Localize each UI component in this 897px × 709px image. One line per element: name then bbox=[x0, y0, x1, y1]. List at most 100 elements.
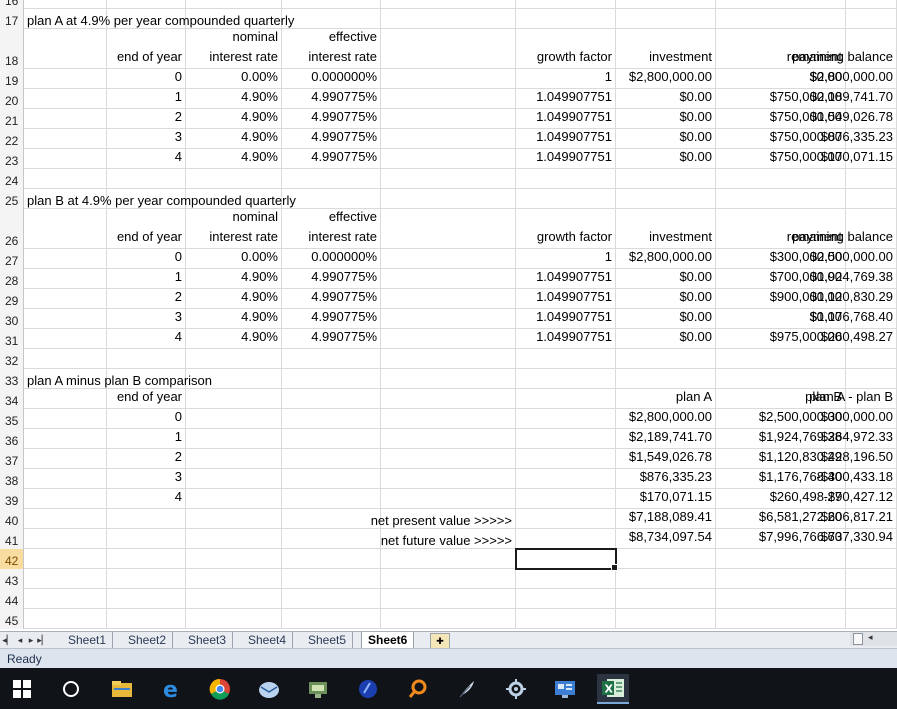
cell[interactable]: $1,120,830.29 bbox=[810, 289, 897, 309]
cell[interactable]: 1.049907751 bbox=[516, 149, 616, 169]
cell[interactable] bbox=[107, 589, 186, 609]
cell[interactable] bbox=[24, 149, 107, 169]
cell[interactable] bbox=[516, 609, 616, 629]
cell[interactable] bbox=[381, 429, 516, 449]
cell[interactable] bbox=[282, 349, 381, 369]
cell[interactable]: 2 bbox=[107, 449, 186, 469]
cell[interactable] bbox=[107, 529, 186, 549]
cell[interactable]: 4.990775% bbox=[282, 89, 381, 109]
search-circle-icon[interactable] bbox=[55, 674, 87, 704]
cell[interactable] bbox=[282, 569, 381, 589]
cell[interactable]: $0.00 bbox=[616, 269, 716, 289]
cell[interactable] bbox=[282, 609, 381, 629]
cell[interactable]: $1,549,026.78 bbox=[810, 109, 897, 129]
cell[interactable] bbox=[24, 129, 107, 149]
cell[interactable] bbox=[381, 9, 516, 29]
gear-tools-icon[interactable] bbox=[500, 674, 532, 704]
cell[interactable] bbox=[516, 349, 616, 369]
cell[interactable]: $8,734,097.54 bbox=[616, 529, 716, 549]
cell[interactable]: 1 bbox=[107, 429, 186, 449]
cell[interactable] bbox=[381, 69, 516, 89]
cell[interactable] bbox=[186, 489, 282, 509]
cell[interactable]: 1 bbox=[107, 269, 186, 289]
cell[interactable] bbox=[24, 609, 107, 629]
tab-sheet[interactable]: Sheet2 bbox=[122, 632, 174, 648]
cell[interactable]: 1.049907751 bbox=[516, 309, 616, 329]
row-header[interactable]: 39 bbox=[0, 489, 24, 509]
cell[interactable]: -$90,427.12 bbox=[824, 489, 897, 509]
cell[interactable] bbox=[381, 609, 516, 629]
cell[interactable] bbox=[381, 289, 516, 309]
cell[interactable]: 1.049907751 bbox=[516, 329, 616, 349]
cell[interactable]: $1,176,768.40 bbox=[810, 309, 897, 329]
cell[interactable] bbox=[24, 109, 107, 129]
cell[interactable]: 4.90% bbox=[186, 149, 282, 169]
cell[interactable]: 4.990775% bbox=[282, 289, 381, 309]
scroll-thumb[interactable] bbox=[853, 633, 863, 645]
cell[interactable]: $2,500,000.00 bbox=[810, 249, 897, 269]
cell[interactable]: 4.990775% bbox=[282, 329, 381, 349]
cell[interactable]: $0.00 bbox=[616, 129, 716, 149]
cell[interactable]: remaining balance bbox=[787, 29, 897, 69]
cell[interactable]: $7,188,089.41 bbox=[616, 509, 716, 529]
cell[interactable] bbox=[616, 9, 716, 29]
row-header[interactable]: 20 bbox=[0, 89, 24, 109]
cell[interactable] bbox=[24, 489, 107, 509]
cell[interactable] bbox=[381, 489, 516, 509]
cell[interactable] bbox=[282, 389, 381, 409]
cell[interactable]: -$300,433.18 bbox=[816, 469, 897, 489]
cell[interactable] bbox=[282, 409, 381, 429]
cell[interactable] bbox=[186, 569, 282, 589]
cell[interactable] bbox=[716, 609, 846, 629]
tab-sheet[interactable]: Sheet3 bbox=[182, 632, 234, 648]
cell[interactable] bbox=[24, 89, 107, 109]
cell[interactable]: 4.90% bbox=[186, 329, 282, 349]
cell[interactable] bbox=[186, 429, 282, 449]
cell[interactable] bbox=[24, 389, 107, 409]
file-explorer-icon[interactable] bbox=[106, 674, 138, 704]
cell[interactable]: 1.049907751 bbox=[516, 129, 616, 149]
cell[interactable] bbox=[616, 0, 716, 9]
cell[interactable] bbox=[186, 349, 282, 369]
row-header[interactable]: 27 bbox=[0, 249, 24, 269]
cell[interactable]: 4.90% bbox=[186, 269, 282, 289]
cell[interactable] bbox=[716, 549, 846, 569]
cell[interactable]: $428,196.50 bbox=[821, 449, 897, 469]
row-header[interactable]: 25 bbox=[0, 189, 24, 209]
row-header[interactable]: 37 bbox=[0, 449, 24, 469]
cell[interactable] bbox=[616, 169, 716, 189]
cell[interactable]: growth factor bbox=[516, 29, 616, 69]
mail-icon[interactable] bbox=[253, 674, 285, 704]
row-header[interactable]: 34 bbox=[0, 389, 24, 409]
cell[interactable]: 4.990775% bbox=[282, 109, 381, 129]
cell[interactable] bbox=[381, 129, 516, 149]
cell[interactable] bbox=[24, 309, 107, 329]
cell[interactable] bbox=[516, 449, 616, 469]
cell[interactable]: end of year bbox=[107, 209, 186, 249]
cell[interactable]: investment bbox=[616, 29, 716, 69]
cell[interactable]: 1 bbox=[107, 89, 186, 109]
cell[interactable]: plan A bbox=[616, 389, 716, 409]
cell[interactable] bbox=[616, 569, 716, 589]
row-header[interactable]: 16 bbox=[0, 0, 24, 9]
cell[interactable] bbox=[107, 349, 186, 369]
row-header[interactable]: 36 bbox=[0, 429, 24, 449]
cell[interactable] bbox=[24, 29, 107, 69]
cell[interactable]: 4 bbox=[107, 149, 186, 169]
first-sheet-icon[interactable]: ◂▏ bbox=[2, 633, 13, 647]
cell[interactable]: 1 bbox=[516, 69, 616, 89]
cell[interactable] bbox=[186, 389, 282, 409]
cell[interactable]: 0.000000% bbox=[282, 69, 381, 89]
cell[interactable] bbox=[24, 329, 107, 349]
cell[interactable]: 2 bbox=[107, 289, 186, 309]
cell[interactable]: effective interest rate bbox=[282, 209, 381, 249]
row-header[interactable]: 45 bbox=[0, 609, 24, 629]
cell[interactable]: $2,800,000.00 bbox=[616, 409, 716, 429]
cell[interactable] bbox=[24, 509, 107, 529]
cell[interactable] bbox=[716, 0, 846, 9]
cell[interactable] bbox=[381, 369, 516, 389]
cell[interactable] bbox=[186, 449, 282, 469]
cell[interactable] bbox=[516, 589, 616, 609]
tab-sheet[interactable]: Sheet6 bbox=[361, 632, 415, 648]
cell[interactable] bbox=[516, 169, 616, 189]
